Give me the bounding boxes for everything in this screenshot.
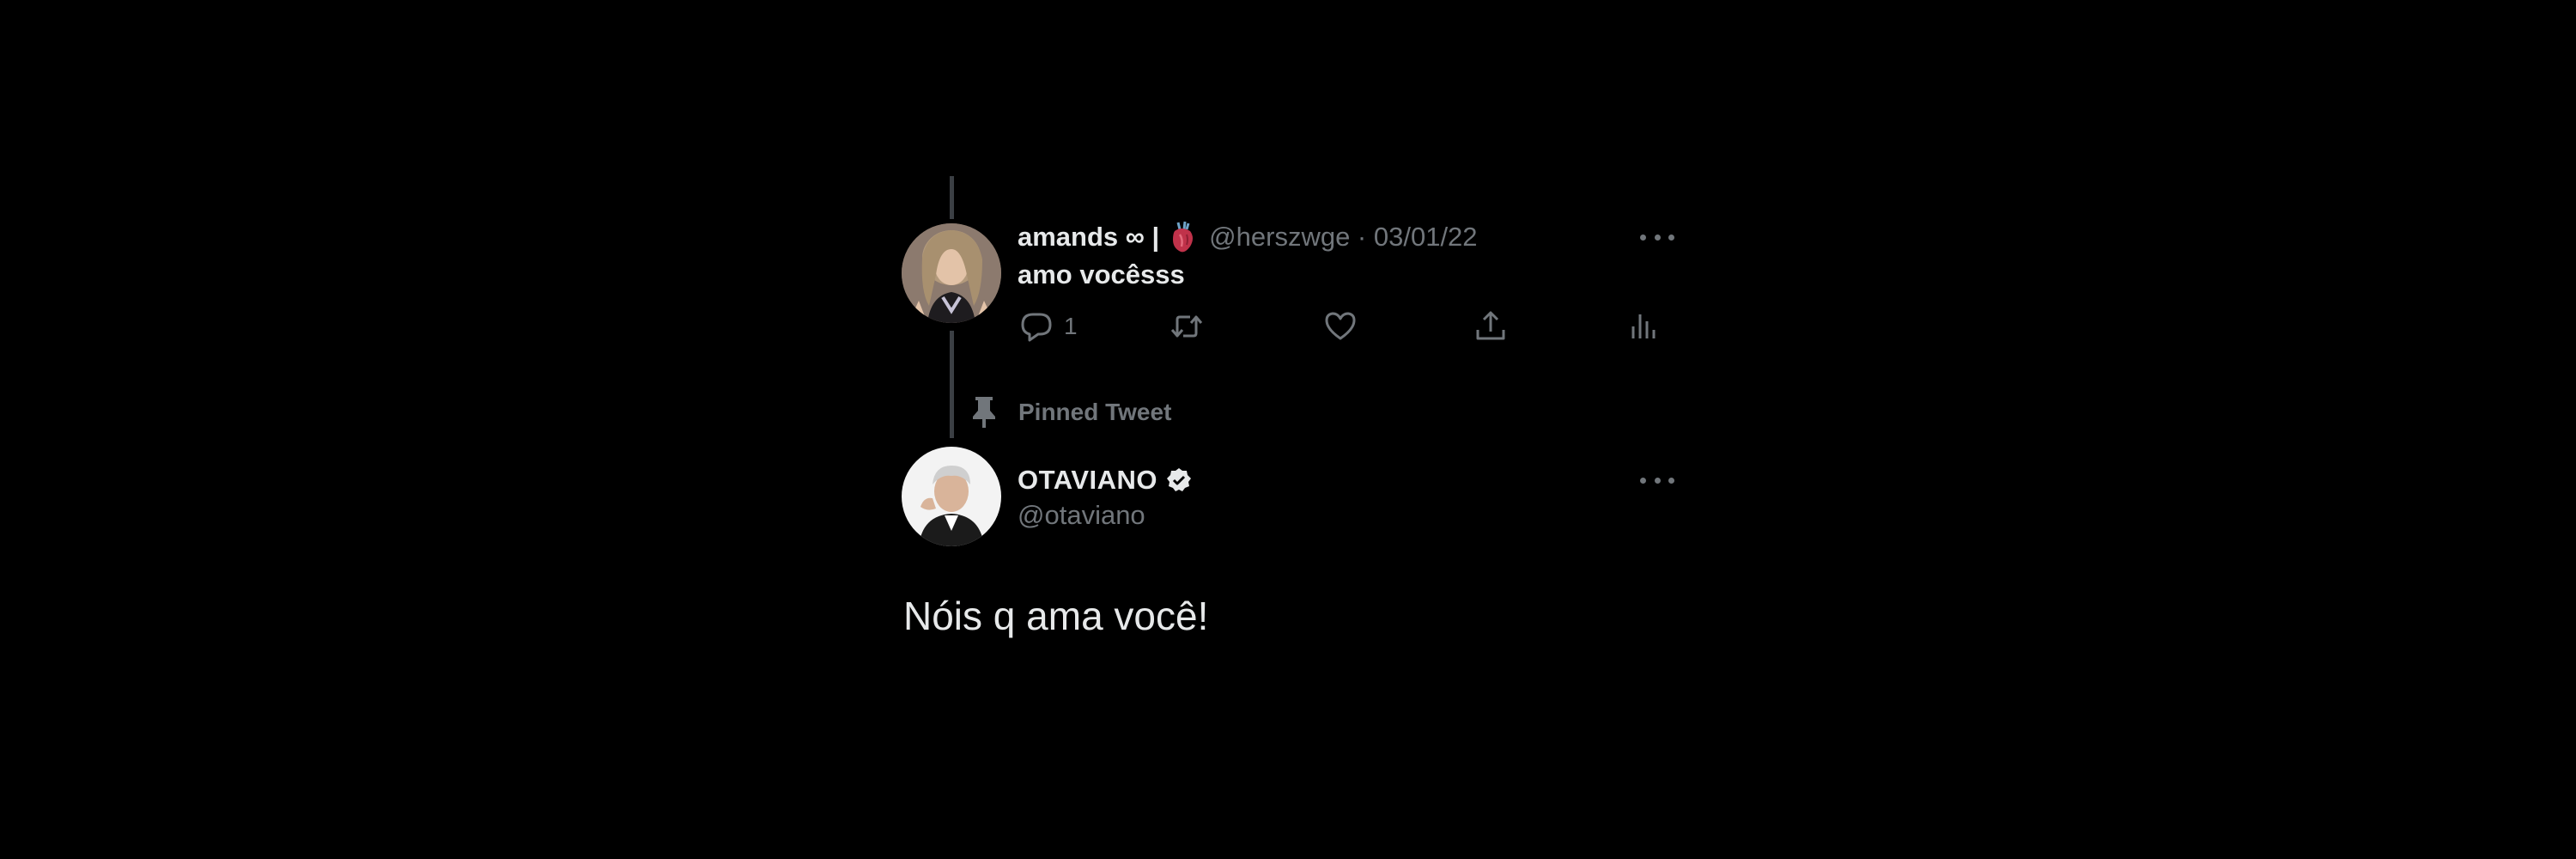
pinned-display-name[interactable]: OTAVIANO: [1018, 465, 1157, 496]
pin-icon: [973, 397, 995, 428]
more-horizontal-icon[interactable]: [1640, 228, 1674, 246]
reply-tweet-header: amands ∞ | @herszwge · 03/01/22: [1018, 220, 1478, 254]
pinned-tweet-name-row: OTAVIANO: [1018, 462, 1192, 498]
anatomical-heart-icon: [1173, 221, 1194, 253]
reply-tweet-text: amo vocêsss: [1018, 259, 1185, 289]
verified-badge-icon: [1167, 468, 1192, 491]
share-icon: [1476, 311, 1505, 340]
heart-outline-icon: [1325, 312, 1356, 340]
analytics-button[interactable]: [1625, 308, 1660, 345]
avatar-amands[interactable]: [902, 223, 1001, 323]
pinned-label-text: Pinned Tweet: [1018, 399, 1172, 425]
analytics-icon: [1631, 314, 1656, 338]
pinned-tweet-text: Nóis q ama você!: [903, 594, 1209, 638]
like-button[interactable]: [1323, 308, 1358, 345]
share-button[interactable]: [1473, 308, 1508, 345]
avatar-otaviano[interactable]: [902, 447, 1001, 546]
retweet-icon: [1170, 315, 1203, 338]
pinned-tweet-label: Pinned Tweet: [969, 395, 1171, 430]
pinned-handle[interactable]: @otaviano: [1018, 500, 1145, 531]
thread-connector-line: [950, 176, 954, 219]
tweet-thread: amands ∞ | @herszwge · 03/01/22 amo você…: [0, 0, 2576, 859]
retweet-button[interactable]: [1170, 308, 1204, 345]
reply-button[interactable]: 1: [1019, 308, 1078, 345]
more-horizontal-icon[interactable]: [1640, 472, 1674, 489]
reply-count: 1: [1064, 313, 1078, 339]
reply-handle-date[interactable]: @herszwge · 03/01/22: [1209, 222, 1477, 253]
thread-connector-line: [950, 331, 954, 438]
reply-display-name[interactable]: amands ∞ |: [1018, 222, 1159, 253]
reply-bubble-icon: [1021, 313, 1052, 342]
